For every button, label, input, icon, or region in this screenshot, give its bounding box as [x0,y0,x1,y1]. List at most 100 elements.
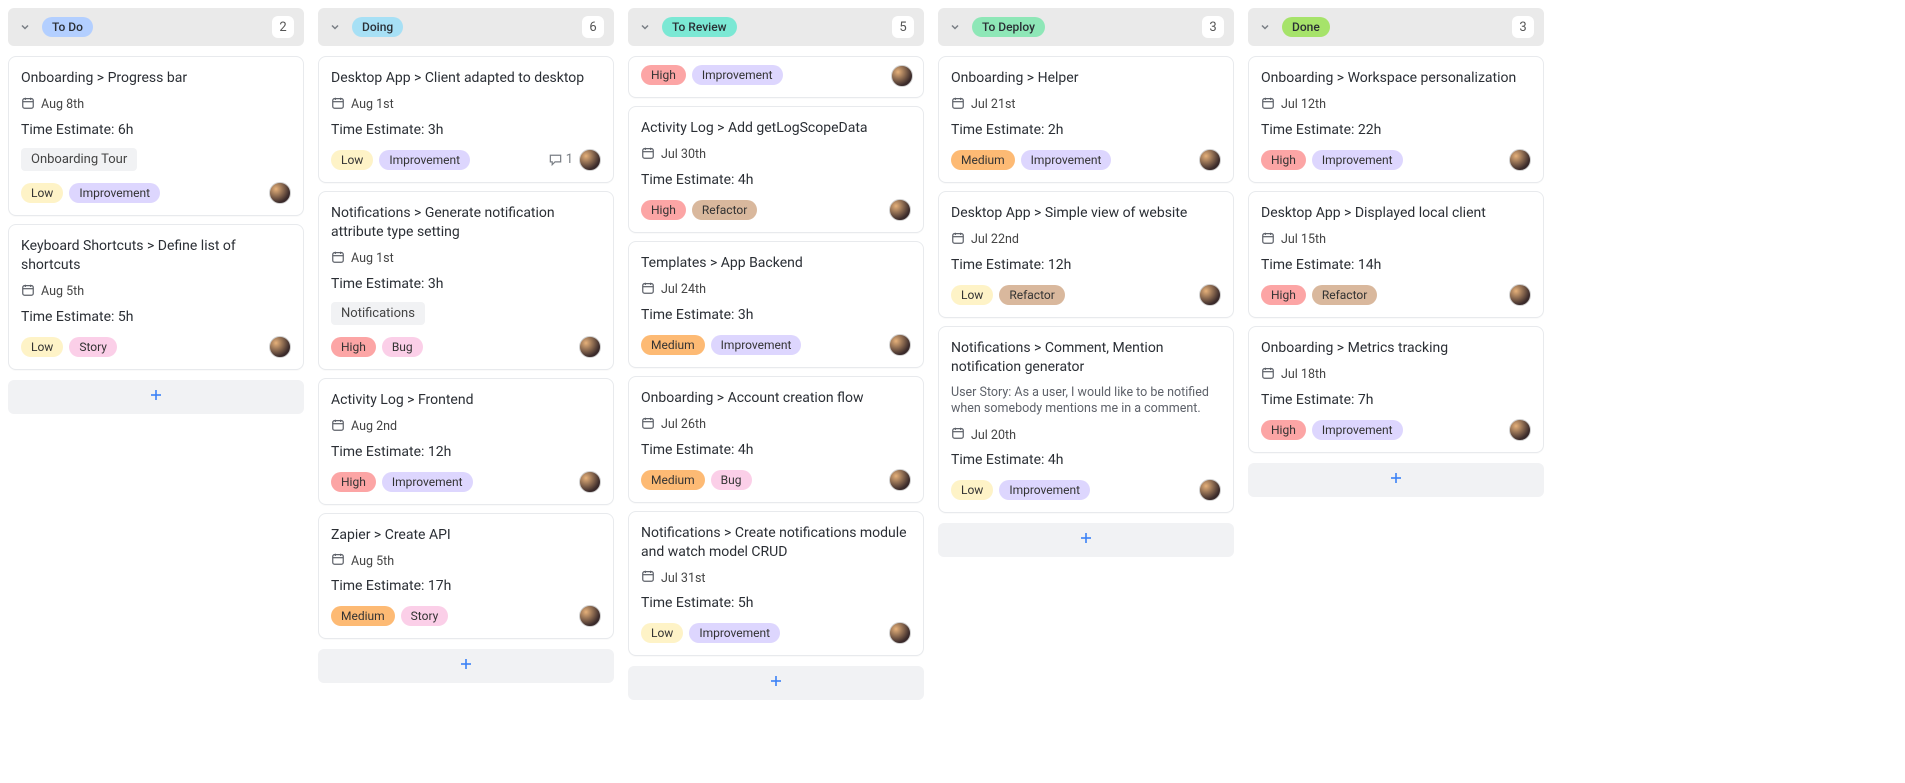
task-card[interactable]: Zapier > Create APIAug 5thTime Estimate:… [318,513,614,640]
calendar-icon [331,418,345,436]
tag-low: Low [951,285,993,305]
status-pill: Doing [352,17,403,37]
task-card[interactable]: Templates > App BackendJul 24thTime Esti… [628,241,924,368]
card-estimate: Time Estimate: 12h [331,444,601,460]
calendar-icon [641,281,655,299]
tag-improvement: Improvement [382,472,473,492]
task-card[interactable]: Notifications > Comment, Mention notific… [938,326,1234,514]
tag-refactor: Refactor [999,285,1064,305]
tag-improvement: Improvement [1312,150,1403,170]
chevron-down-icon[interactable] [638,20,652,34]
avatar[interactable] [269,182,291,204]
calendar-icon [641,569,655,587]
calendar-icon [951,96,965,114]
avatar[interactable] [889,334,911,356]
card-date-text: Jul 30th [661,147,706,162]
add-card-button[interactable] [938,523,1234,557]
avatar[interactable] [1199,149,1221,171]
avatar[interactable] [1509,419,1531,441]
column-header[interactable]: To Do2 [8,8,304,46]
add-card-button[interactable] [1248,463,1544,497]
card-date: Jul 26th [641,416,911,434]
chevron-down-icon[interactable] [1258,20,1272,34]
card-date: Aug 5th [331,552,601,570]
card-title: Activity Log > Add getLogScopeData [641,119,911,138]
avatar[interactable] [269,336,291,358]
task-card[interactable]: Notifications > Create notifications mod… [628,511,924,657]
chevron-down-icon[interactable] [18,20,32,34]
avatar[interactable] [889,469,911,491]
card-estimate: Time Estimate: 7h [1261,392,1531,408]
card-date: Jul 15th [1261,231,1531,249]
column-header[interactable]: Done 3 [1248,8,1544,46]
card-footer: Low Refactor [951,283,1221,307]
card-date: Jul 31st [641,569,911,587]
calendar-icon [21,96,35,114]
card-date-text: Aug 1st [351,97,394,112]
avatar[interactable] [579,471,601,493]
card-footer: LowImprovement [21,181,291,205]
status-pill: To Do [42,17,93,37]
tag-low: Low [331,150,373,170]
task-card[interactable]: Keyboard Shortcuts > Define list of shor… [8,224,304,370]
calendar-icon [1261,231,1275,249]
column-count: 3 [1202,16,1224,38]
task-card[interactable]: Onboarding > Metrics trackingJul 18thTim… [1248,326,1544,453]
avatar[interactable] [1199,479,1221,501]
column-header[interactable]: Doing6 [318,8,614,46]
card-footer: HighRefactor [1261,283,1531,307]
tag-medium: Medium [951,150,1015,170]
comment-count-text: 1 [566,152,573,167]
add-card-button[interactable] [628,666,924,700]
card-footer: MediumImprovement [951,148,1221,172]
task-card[interactable]: Activity Log > Add getLogScopeData Jul 30… [628,106,924,233]
avatar[interactable] [1509,149,1531,171]
chevron-down-icon[interactable] [948,20,962,34]
task-card[interactable]: Notifications > Generate notification at… [318,191,614,370]
task-card[interactable]: Desktop App > Displayed local clientJul … [1248,191,1544,318]
task-card[interactable]: Onboarding > Workspace personalizationJu… [1248,56,1544,183]
calendar-icon [331,250,345,268]
card-date-text: Jul 24th [661,282,706,297]
comment-count[interactable]: 1 [548,152,573,167]
add-card-button[interactable] [8,380,304,414]
task-card[interactable]: Onboarding > HelperJul 21stTime Estimate… [938,56,1234,183]
column-header[interactable]: To Review5 [628,8,924,46]
add-card-button[interactable] [318,649,614,683]
tag-refactor: Refactor [692,200,757,220]
card-title: Desktop App > Client adapted to desktop [331,69,601,88]
card-estimate: Time Estimate: 6h [21,122,291,138]
task-card[interactable]: Desktop App > Client adapted to desktop A… [318,56,614,183]
calendar-icon [331,96,345,114]
card-footer: LowStory [21,335,291,359]
card-date: Jul 21st [951,96,1221,114]
task-card[interactable]: Onboarding > Progress barAug 8thTime Est… [8,56,304,216]
task-card[interactable]: HighImprovement [628,56,924,98]
avatar[interactable] [1199,284,1221,306]
plus-icon [1078,530,1094,550]
card-estimate: Time Estimate: 22h [1261,122,1531,138]
avatar[interactable] [579,336,601,358]
card-estimate: Time Estimate: 4h [951,452,1221,468]
card-date-text: Jul 22nd [971,232,1019,247]
avatar[interactable] [889,622,911,644]
avatar[interactable] [889,199,911,221]
avatar[interactable] [1509,284,1531,306]
task-card[interactable]: Onboarding > Account creation flow Jul 26… [628,376,924,503]
chevron-down-icon[interactable] [328,20,342,34]
task-card[interactable]: Desktop App > Simple view of website Jul … [938,191,1234,318]
column-count: 3 [1512,16,1534,38]
avatar[interactable] [891,65,913,87]
avatar[interactable] [579,149,601,171]
card-title: Notifications > Comment, Mention notific… [951,339,1221,377]
column-header[interactable]: To Deploy3 [938,8,1234,46]
tag-bug: Bug [711,470,752,490]
task-card[interactable]: Activity Log > FrontendAug 2ndTime Estim… [318,378,614,505]
avatar[interactable] [579,605,601,627]
card-title: Onboarding > Account creation flow [641,389,911,408]
card-title: Desktop App > Simple view of website [951,204,1221,223]
card-date: Aug 1st [331,96,601,114]
plus-icon [1388,470,1404,490]
status-pill: Done [1282,17,1330,37]
card-description: User Story: As a user, I would like to b… [951,385,1221,419]
